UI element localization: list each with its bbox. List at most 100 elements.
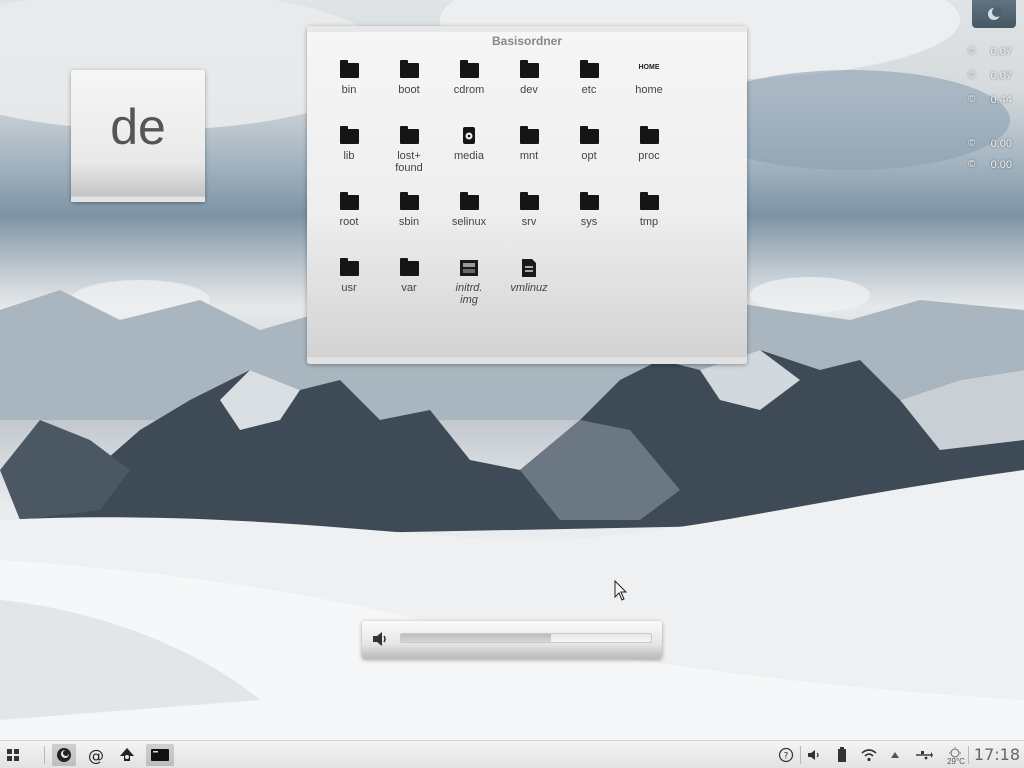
- system-monitor-value: 0.07: [990, 70, 1012, 82]
- folder-view-widget[interactable]: Basisordner bin boot cdrom dev etc HOME home li…: [307, 26, 747, 364]
- taskbar: @ ? 29°C 17:18: [0, 740, 1024, 768]
- folder-item-label: boot: [398, 84, 420, 96]
- folder-item[interactable]: HOME home: [619, 60, 679, 96]
- folder-icon: [338, 258, 360, 278]
- folder-item[interactable]: lib: [319, 126, 379, 162]
- widget-top-strip: [307, 26, 747, 32]
- folder-item[interactable]: proc: [619, 126, 679, 162]
- folder-item-label: vmlinuz: [510, 282, 548, 294]
- battery-tray-button[interactable]: [830, 744, 854, 766]
- folder-item[interactable]: sbin: [379, 192, 439, 228]
- folder-item-label: etc: [581, 84, 597, 96]
- file-icon: [518, 258, 540, 278]
- folder-item[interactable]: boot: [379, 60, 439, 96]
- usb-icon: [916, 751, 933, 760]
- folder-icon: [398, 126, 420, 146]
- media-folder-icon: [458, 126, 480, 146]
- application-launcher-button[interactable]: [1, 744, 25, 766]
- folder-item-label: usr: [341, 282, 357, 294]
- folder-icon: [398, 60, 420, 80]
- folder-item-label: proc: [638, 150, 660, 162]
- desktop-toolbox-button[interactable]: [972, 0, 1016, 28]
- inkscape-icon: [120, 748, 134, 761]
- clock[interactable]: 17:18: [974, 745, 1020, 764]
- svg-text:?: ?: [784, 752, 789, 762]
- taskbar-separator: [44, 746, 45, 764]
- folder-item[interactable]: root: [319, 192, 379, 228]
- help-icon: ?: [778, 747, 794, 763]
- folder-icon: [398, 192, 420, 212]
- folder-item[interactable]: var: [379, 258, 439, 294]
- weather-temperature: 29°C: [947, 757, 965, 766]
- mail-task-button[interactable]: @: [84, 744, 108, 766]
- cpu-icon: ©: [968, 70, 976, 81]
- folder-item[interactable]: lost+ found: [379, 126, 439, 174]
- folder-item[interactable]: etc: [559, 60, 619, 96]
- folder-item-label: mnt: [519, 150, 539, 162]
- folder-item-label: bin: [341, 84, 357, 96]
- folder-item-label: var: [401, 282, 417, 294]
- folder-item[interactable]: cdrom: [439, 60, 499, 96]
- folder-item[interactable]: opt: [559, 126, 619, 162]
- folder-item[interactable]: srv: [499, 192, 559, 228]
- volume-level-fill: [401, 634, 551, 642]
- folder-item[interactable]: selinux: [439, 192, 499, 228]
- show-hidden-icons-button[interactable]: [883, 744, 907, 766]
- widget-bottom-strip: [307, 356, 747, 364]
- widget-bottom-strip: [71, 196, 205, 202]
- taskbar-separator: [800, 746, 801, 764]
- memory-icon: ©: [968, 94, 976, 105]
- network-down-icon: ©: [968, 138, 976, 149]
- wifi-icon: [861, 749, 877, 762]
- system-monitor-row: © 0.07: [952, 46, 1012, 60]
- folder-item-label: lib: [343, 150, 355, 162]
- folder-item-label: media: [454, 150, 484, 162]
- mail-at-icon: @: [88, 745, 104, 765]
- system-monitor-row: © 0.44: [952, 94, 1012, 108]
- folder-item[interactable]: sys: [559, 192, 619, 228]
- terminal-icon: [151, 749, 169, 761]
- system-monitor-value: 0.00: [990, 159, 1012, 171]
- folder-item-label: selinux: [451, 216, 487, 228]
- folder-icon: [638, 126, 660, 146]
- folder-item[interactable]: vmlinuz: [499, 258, 559, 294]
- system-monitor-row: © 0.00: [952, 159, 1012, 173]
- keyboard-layout-label: de: [110, 99, 166, 155]
- firefox-icon: [57, 748, 71, 762]
- system-monitor-value: 0.44: [990, 94, 1012, 106]
- folder-item-label: root: [339, 216, 359, 228]
- folder-item-label: tmp: [639, 216, 659, 228]
- volume-slider[interactable]: [400, 633, 652, 643]
- folder-item-label: opt: [581, 150, 597, 162]
- image-file-icon: [458, 258, 480, 278]
- folder-item-label: sbin: [398, 216, 420, 228]
- folder-item[interactable]: dev: [499, 60, 559, 96]
- folder-item[interactable]: usr: [319, 258, 379, 294]
- folder-icon: [638, 192, 660, 212]
- folder-item[interactable]: initrd. img: [439, 258, 499, 306]
- folder-item[interactable]: bin: [319, 60, 379, 96]
- folder-item-label: sys: [580, 216, 598, 228]
- folder-icon: [398, 258, 420, 278]
- wifi-tray-button[interactable]: [857, 744, 881, 766]
- keyboard-layout-widget[interactable]: de: [71, 70, 205, 202]
- usb-tray-button[interactable]: [912, 744, 936, 766]
- firefox-task-button[interactable]: [52, 744, 76, 766]
- help-tray-button[interactable]: ?: [774, 744, 798, 766]
- moon-icon: [988, 7, 1002, 20]
- folder-item[interactable]: mnt: [499, 126, 559, 162]
- folder-icon: [518, 192, 540, 212]
- folder-item-label: cdrom: [453, 84, 485, 96]
- folder-item[interactable]: tmp: [619, 192, 679, 228]
- folder-item[interactable]: media: [439, 126, 499, 162]
- inkscape-task-button[interactable]: [115, 744, 139, 766]
- folder-icon: [578, 126, 600, 146]
- folder-icon: [338, 192, 360, 212]
- terminal-task-button[interactable]: [146, 744, 174, 766]
- volume-tray-button[interactable]: [803, 744, 827, 766]
- system-monitor-value: 0.00: [990, 138, 1012, 150]
- system-monitor-row: © 0.07: [952, 70, 1012, 84]
- volume-icon: [373, 632, 386, 646]
- folder-icon: [518, 126, 540, 146]
- folder-icon: [338, 126, 360, 146]
